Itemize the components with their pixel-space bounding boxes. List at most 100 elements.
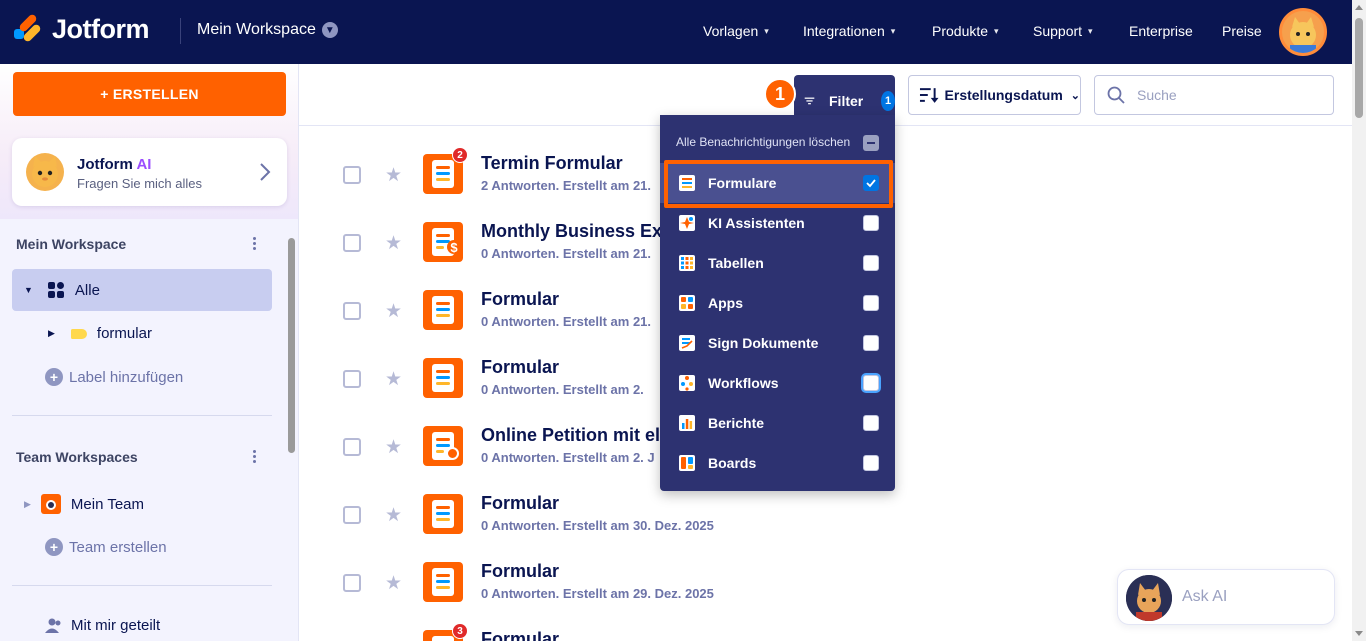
form-row[interactable]: ★ Formular 0 Antworten. Erstellt am 29. … (299, 551, 899, 619)
star-icon[interactable]: ★ (385, 368, 402, 391)
form-title[interactable]: Formular (481, 561, 559, 582)
ai-agent-icon (679, 215, 695, 231)
nav-vorlagen[interactable]: Vorlagen ▾ (703, 23, 803, 39)
nav-link-label: Vorlagen (703, 23, 759, 39)
user-avatar[interactable] (1279, 8, 1327, 56)
filter-item-sign-dokumente[interactable]: Sign Dokumente (660, 323, 895, 363)
row-checkbox[interactable] (343, 370, 361, 388)
filter-label: Filter (829, 93, 864, 109)
filter-checkbox[interactable] (863, 455, 879, 471)
create-team-button[interactable]: + Team erstellen (45, 538, 167, 556)
sidebar-item-all[interactable]: ▼ Alle (24, 281, 100, 299)
my-workspace-menu-icon[interactable] (253, 237, 257, 250)
sidebar-item-shared[interactable]: Mit mir geteilt (45, 617, 160, 634)
row-checkbox[interactable] (343, 506, 361, 524)
form-row[interactable]: ★ Formular 0 Antworten. Erstellt am 30. … (299, 483, 899, 551)
filter-item-formulare[interactable]: Formulare (660, 163, 895, 203)
filter-checkbox[interactable] (863, 335, 879, 351)
star-icon[interactable]: ★ (385, 164, 402, 187)
scroll-up-icon[interactable] (1355, 5, 1363, 10)
caret-down-icon: ▼ (24, 285, 33, 295)
team-workspaces-menu-icon[interactable] (253, 450, 257, 463)
form-title[interactable]: Formular (481, 289, 559, 310)
sort-dropdown[interactable]: Erstellungsdatum ⌄ (908, 75, 1081, 115)
filter-item-boards[interactable]: Boards (660, 443, 895, 483)
label-tag-icon (70, 328, 87, 339)
filter-item-tabellen[interactable]: Tabellen (660, 243, 895, 283)
scroll-down-icon[interactable] (1355, 631, 1363, 636)
scrollbar-thumb[interactable] (1355, 18, 1363, 118)
nav-link-label: Integrationen (803, 23, 885, 39)
filter-item-label: Boards (708, 455, 757, 471)
notification-badge: 2 (452, 147, 468, 163)
cat-face-icon (32, 156, 58, 187)
workspace-switcher[interactable]: Mein Workspace ▼ (197, 21, 338, 39)
form-title[interactable]: Formular (481, 493, 559, 514)
filter-checkbox[interactable] (863, 375, 879, 391)
form-icon (679, 175, 695, 191)
nav-preise[interactable]: Preise (1222, 23, 1262, 39)
filter-dropdown: Alle Benachrichtigungen löschen Formular… (660, 115, 895, 491)
filter-checkbox[interactable] (863, 415, 879, 431)
nav-produkte[interactable]: Produkte ▾ (932, 23, 1033, 39)
search-input[interactable] (1137, 87, 1317, 103)
filter-item-label: Formulare (708, 175, 777, 191)
filter-item-ki-assistenten[interactable]: KI Assistenten (660, 203, 895, 243)
nav-enterprise[interactable]: Enterprise (1129, 23, 1222, 39)
sidebar-scrollbar-thumb[interactable] (288, 238, 295, 453)
sidebar: + ERSTELLEN Jotform AI Fragen Sie mich a… (0, 64, 299, 641)
filter-item-label: Sign Dokumente (708, 335, 819, 351)
sidebar-scrollbar[interactable] (287, 234, 295, 639)
row-checkbox[interactable] (343, 234, 361, 252)
cat-avatar-icon (1126, 575, 1172, 621)
filter-checkbox[interactable] (863, 215, 879, 231)
form-title[interactable]: Monthly Business Exp (481, 221, 673, 242)
nav-integrationen[interactable]: Integrationen ▾ (803, 23, 932, 39)
row-checkbox[interactable] (343, 438, 361, 456)
sidebar-item-formular[interactable]: ▶ formular (48, 325, 152, 342)
star-icon[interactable]: ★ (385, 504, 402, 527)
star-icon[interactable]: ★ (385, 436, 402, 459)
form-meta: 0 Antworten. Erstellt am 21. (481, 246, 652, 261)
apps-icon (679, 295, 695, 311)
filter-item-apps[interactable]: Apps (660, 283, 895, 323)
filter-checkbox-checked[interactable] (863, 175, 879, 191)
create-button[interactable]: + ERSTELLEN (13, 72, 286, 116)
clear-notifications-label[interactable]: Alle Benachrichtigungen löschen (676, 135, 850, 149)
filter-item-berichte[interactable]: Berichte (660, 403, 895, 443)
ask-ai-button[interactable]: Ask AI (1117, 569, 1335, 625)
filter-checkbox[interactable] (863, 255, 879, 271)
sidebar-item-mein-team[interactable]: ▶ Mein Team (24, 494, 144, 514)
form-title[interactable]: Formular (481, 629, 559, 641)
form-title[interactable]: Termin Formular (481, 153, 623, 174)
add-label-button[interactable]: + Label hinzufügen (45, 368, 183, 386)
star-icon[interactable]: ★ (385, 300, 402, 323)
clear-all-checkbox[interactable] (863, 135, 879, 151)
form-row[interactable]: 3 Formular (299, 619, 759, 641)
star-icon[interactable]: ★ (385, 572, 402, 595)
filter-item-workflows[interactable]: Workflows (660, 363, 895, 403)
sort-icon (919, 88, 939, 103)
workflow-icon (679, 375, 695, 391)
nav-support[interactable]: Support ▾ (1033, 23, 1129, 39)
grid-icon (47, 282, 64, 298)
search-box[interactable] (1094, 75, 1334, 115)
row-checkbox[interactable] (343, 166, 361, 184)
sidebar-item-label: Mein Team (70, 495, 145, 513)
star-icon[interactable]: ★ (385, 232, 402, 255)
jotform-logo[interactable]: Jotform (14, 12, 150, 45)
form-meta: 0 Antworten. Erstellt am 2. J (481, 450, 655, 465)
form-title[interactable]: Formular (481, 357, 559, 378)
filter-checkbox[interactable] (863, 295, 879, 311)
chevron-right-icon (260, 163, 271, 181)
form-title[interactable]: Online Petition mit ele (481, 425, 670, 446)
jotform-ai-card[interactable]: Jotform AI Fragen Sie mich alles (12, 138, 287, 206)
table-icon (679, 255, 695, 271)
nav-link-label: Enterprise (1129, 23, 1193, 39)
row-checkbox[interactable] (343, 302, 361, 320)
step-marker: 1 (764, 78, 796, 110)
row-checkbox[interactable] (343, 574, 361, 592)
page-scrollbar[interactable] (1352, 0, 1366, 641)
sidebar-item-label: Alle (74, 281, 100, 299)
users-icon (45, 618, 61, 633)
